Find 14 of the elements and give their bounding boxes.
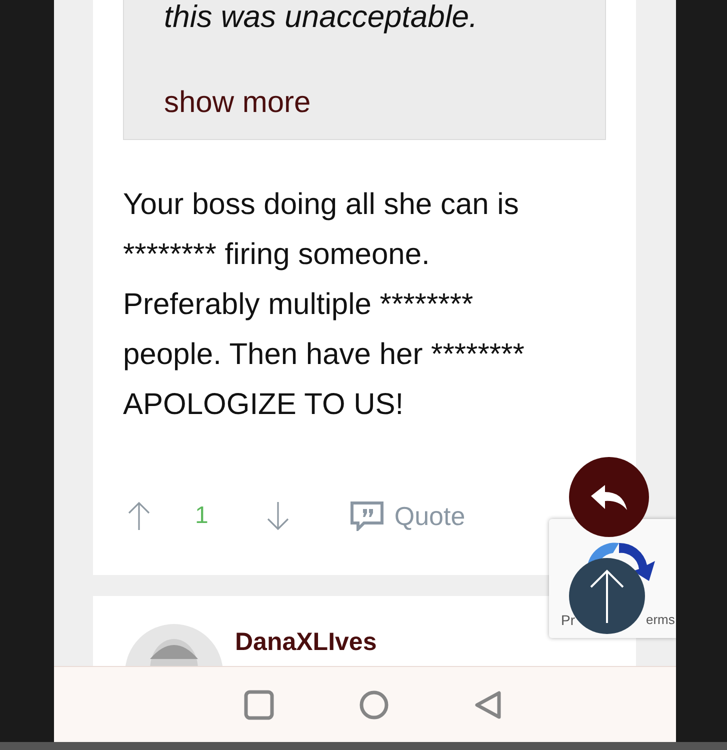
reply-icon bbox=[589, 482, 629, 512]
downvote-icon[interactable] bbox=[266, 501, 290, 531]
vote-count: 1 bbox=[195, 502, 208, 530]
upvote-icon[interactable] bbox=[127, 501, 151, 531]
terms-link[interactable]: erms bbox=[646, 612, 675, 627]
quote-text: this was unacceptable. bbox=[164, 0, 479, 34]
recents-icon[interactable] bbox=[244, 690, 274, 720]
back-icon[interactable] bbox=[474, 690, 504, 720]
home-icon[interactable] bbox=[358, 690, 389, 720]
post-text: Your boss doing all she can is ******** firing someone. Preferably multiple ******** people. Then have her ******** APOLOGIZE TO US! bbox=[123, 187, 526, 423]
username[interactable]: DanaXLIves bbox=[235, 628, 377, 666]
quote-icon bbox=[350, 501, 384, 531]
show-more-link[interactable]: show more bbox=[164, 86, 565, 120]
privacy-link[interactable]: Pr bbox=[561, 612, 575, 628]
